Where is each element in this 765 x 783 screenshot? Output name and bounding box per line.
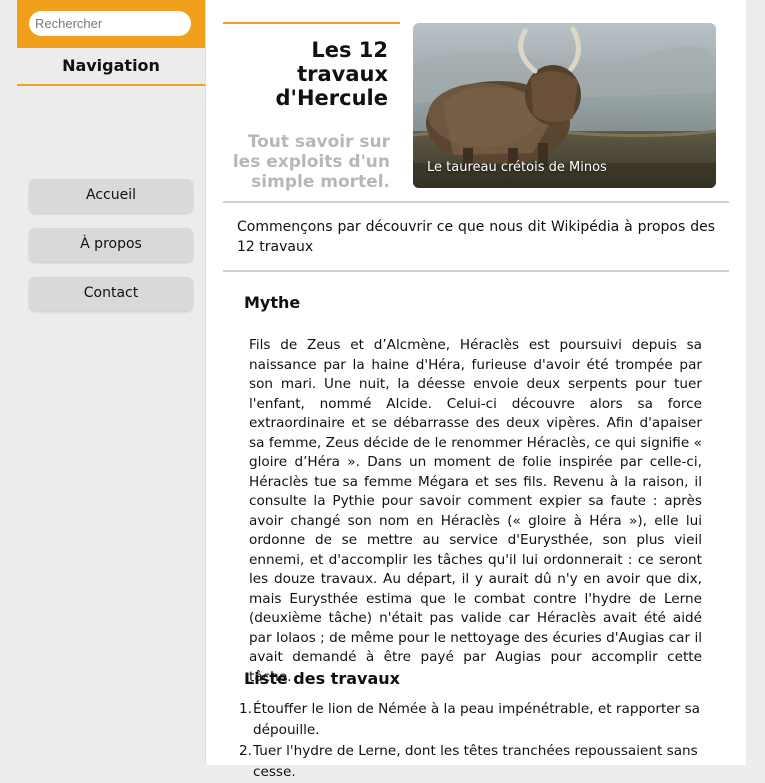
list-item-number: 1. bbox=[239, 701, 252, 717]
myth-paragraph: Fils de Zeus et d’Alcmène, Héraclès est … bbox=[249, 337, 702, 685]
list-item-text: Étouffer le lion de Némée à la peau impé… bbox=[253, 701, 700, 738]
section-heading-mythe: Mythe bbox=[244, 293, 301, 312]
divider bbox=[223, 201, 729, 203]
list-item-text: Tuer l'hydre de Lerne, dont les têtes tr… bbox=[253, 743, 698, 780]
nav-button-contact[interactable]: Contact bbox=[29, 277, 193, 311]
task-list: 1. Étouffer le lion de Némée à la peau i… bbox=[239, 699, 713, 783]
search-bar bbox=[17, 0, 205, 48]
sidebar: Navigation Accueil À propos Contact bbox=[17, 0, 206, 765]
header-title-box: Les 12 travaux d'Hercule Tout savoir sur… bbox=[223, 22, 400, 192]
hero-caption: Le taureau crétois de Minos bbox=[427, 160, 607, 175]
nav-button-accueil[interactable]: Accueil bbox=[29, 179, 193, 213]
main-content: Les 12 travaux d'Hercule Tout savoir sur… bbox=[206, 0, 746, 780]
hero-image: Le taureau crétois de Minos bbox=[413, 23, 716, 188]
search-input[interactable] bbox=[29, 11, 191, 36]
divider bbox=[223, 270, 729, 272]
list-item: 2. Tuer l'hydre de Lerne, dont les têtes… bbox=[239, 741, 713, 782]
page-title: Les 12 travaux d'Hercule bbox=[275, 38, 388, 110]
nav-title: Navigation bbox=[17, 48, 205, 86]
page-subtitle: Tout savoir sur les exploits d'un simple… bbox=[232, 132, 390, 192]
nav-button-a-propos[interactable]: À propos bbox=[29, 228, 193, 262]
intro-text: Commençons par découvrir ce que nous dit… bbox=[237, 219, 715, 255]
section-heading-liste: Liste des travaux bbox=[244, 669, 400, 688]
list-item-number: 2. bbox=[239, 743, 252, 759]
list-item: 1. Étouffer le lion de Némée à la peau i… bbox=[239, 699, 713, 740]
